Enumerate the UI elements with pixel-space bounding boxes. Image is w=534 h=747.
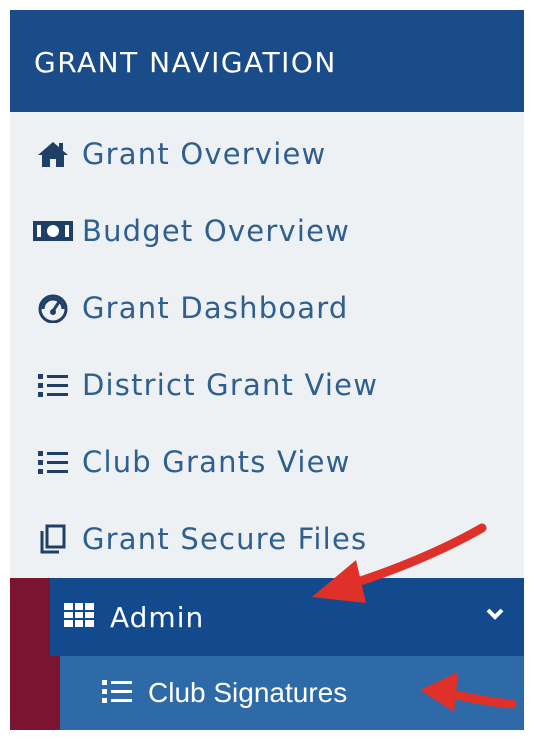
chevron-down-icon[interactable] <box>486 606 504 625</box>
copy-icon <box>32 523 74 555</box>
list-icon <box>102 678 132 708</box>
home-icon <box>32 138 74 170</box>
admin-row-inner[interactable]: Admin <box>50 578 524 656</box>
grant-navigation-panel: GRANT NAVIGATION Grant Overview Budget O… <box>10 10 524 730</box>
sub-item-club-signatures[interactable]: Club Signatures <box>10 656 524 730</box>
list-icon <box>32 369 74 401</box>
nav-item-label: Budget Overview <box>82 214 351 248</box>
sub-row-inner[interactable]: Club Signatures <box>60 656 524 730</box>
nav-item-club-grants-view[interactable]: Club Grants View <box>10 426 524 498</box>
nav-item-district-grant-view[interactable]: District Grant View <box>10 349 524 421</box>
dashboard-icon <box>32 292 74 324</box>
nav-item-budget-overview[interactable]: Budget Overview <box>10 195 524 267</box>
nav-header: GRANT NAVIGATION <box>10 10 524 112</box>
club-signatures-label: Club Signatures <box>148 677 348 708</box>
nav-item-label: Club Grants View <box>82 445 351 479</box>
nav-item-grant-overview[interactable]: Grant Overview <box>10 118 524 190</box>
nav-item-grant-dashboard[interactable]: Grant Dashboard <box>10 272 524 344</box>
list-icon <box>32 446 74 478</box>
nav-item-label: Grant Secure Files <box>82 522 368 556</box>
nav-header-title: GRANT NAVIGATION <box>34 46 337 79</box>
nav-item-admin[interactable]: Admin <box>10 578 524 656</box>
admin-label: Admin <box>110 600 205 634</box>
nav-item-label: Grant Overview <box>82 137 327 171</box>
grid-icon <box>64 603 94 631</box>
nav-item-label: District Grant View <box>82 368 379 402</box>
money-icon <box>32 215 74 247</box>
nav-item-label: Grant Dashboard <box>82 291 349 325</box>
nav-item-grant-secure-files[interactable]: Grant Secure Files <box>10 503 524 575</box>
